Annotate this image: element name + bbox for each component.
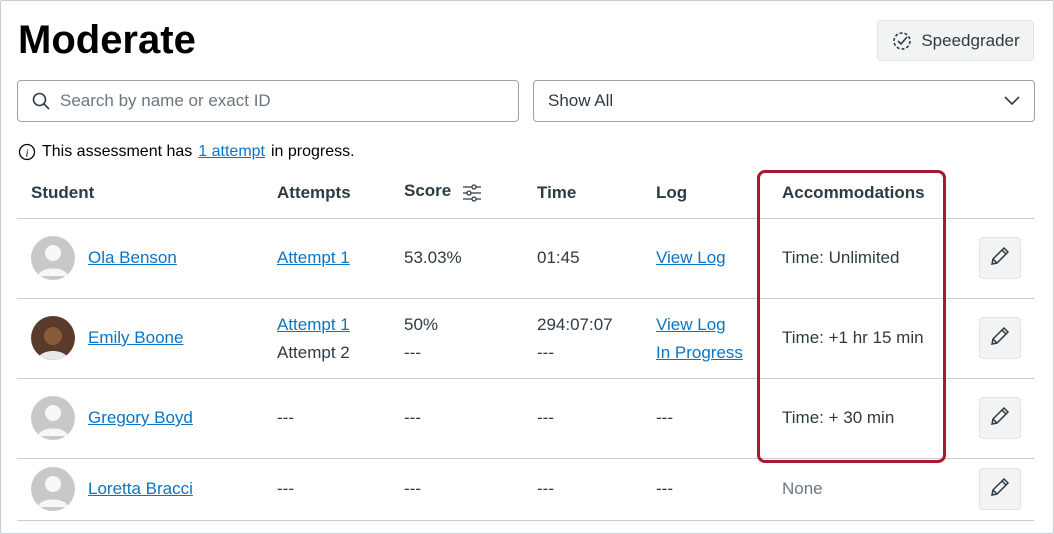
info-prefix: This assessment has [42, 143, 193, 160]
search-field[interactable] [17, 80, 519, 122]
logs-value[interactable]: View Log [656, 244, 726, 272]
scores-value: 53.03% [404, 248, 462, 267]
logs-value[interactable]: View Log [656, 311, 726, 339]
edit-accommodation-button[interactable] [979, 397, 1021, 439]
filter-selected: Show All [548, 91, 614, 110]
scores-value: --- [404, 479, 421, 498]
page-title: Moderate [18, 18, 196, 62]
logs-value: --- [656, 408, 673, 427]
edit-accommodation-button[interactable] [979, 468, 1021, 510]
times-value: 294:07:07 [537, 315, 613, 334]
info-icon: i [18, 143, 36, 161]
student-name-link[interactable]: Ola Benson [88, 244, 177, 272]
attempts-value: --- [277, 479, 294, 498]
col-time: Time [537, 183, 577, 202]
col-attempts: Attempts [277, 183, 351, 202]
attempts-value[interactable]: Attempt 1 [277, 311, 350, 339]
divider [17, 520, 1034, 521]
attempts-value: --- [277, 408, 294, 427]
speedgrader-label: Speedgrader [921, 30, 1020, 50]
col-log: Log [656, 183, 688, 202]
logs-value[interactable]: In Progress [656, 339, 743, 367]
times-value: --- [537, 479, 554, 498]
attempts-value: Attempt 2 [277, 343, 350, 362]
avatar [31, 236, 75, 280]
avatar [31, 467, 75, 511]
info-suffix: in progress. [270, 143, 355, 160]
pencil-icon [989, 476, 1011, 503]
logs-value: --- [656, 479, 673, 498]
filter-select[interactable]: Show All [533, 80, 1035, 122]
filter-settings-icon[interactable] [462, 184, 482, 202]
svg-text:i: i [25, 148, 28, 160]
attempt-link[interactable]: 1 attempt [198, 143, 265, 161]
avatar [31, 396, 75, 440]
pencil-icon [989, 325, 1011, 352]
chevron-down-icon [1004, 96, 1020, 106]
search-icon [32, 92, 50, 110]
times-value: --- [537, 343, 554, 362]
accommodations-highlight [757, 170, 946, 463]
student-name-link[interactable]: Emily Boone [88, 324, 183, 352]
attempt-info: i This assessment has 1 attempt in progr… [18, 143, 355, 161]
accommodation-value: None [782, 479, 823, 498]
times-value: --- [537, 408, 554, 427]
avatar [31, 316, 75, 360]
student-name-link[interactable]: Loretta Bracci [88, 475, 193, 503]
speedgrader-button[interactable]: Speedgrader [877, 20, 1034, 61]
scores-value: --- [404, 343, 421, 362]
search-input[interactable] [60, 91, 500, 111]
edit-accommodation-button[interactable] [979, 237, 1021, 279]
times-value: 01:45 [537, 248, 580, 267]
scores-value: 50% [404, 315, 439, 334]
pencil-icon [989, 245, 1011, 272]
edit-accommodation-button[interactable] [979, 317, 1021, 359]
pencil-icon [989, 405, 1011, 432]
speedgrader-icon [893, 31, 912, 50]
attempts-value[interactable]: Attempt 1 [277, 244, 350, 272]
student-name-link[interactable]: Gregory Boyd [88, 404, 193, 432]
scores-value: --- [404, 408, 421, 427]
col-student: Student [31, 183, 95, 202]
col-score: Score [404, 181, 452, 200]
